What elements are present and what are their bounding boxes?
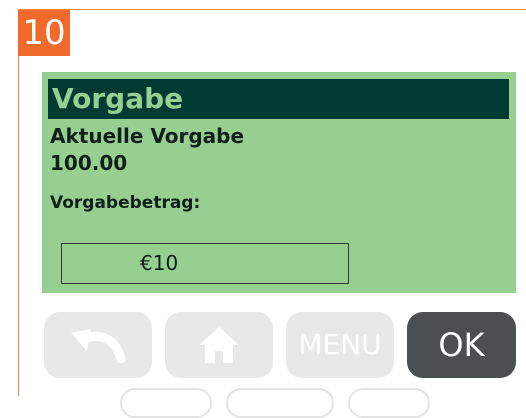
- limit-amount-label: Vorgabebetrag:: [50, 193, 201, 213]
- device-screen: Vorgabe Aktuelle Vorgabe 100.00 Vorgabeb…: [42, 72, 516, 293]
- screen-title: Vorgabe: [48, 79, 509, 119]
- lower-key-3[interactable]: [348, 388, 430, 418]
- back-button[interactable]: [44, 312, 152, 378]
- ok-button[interactable]: OK: [407, 312, 516, 378]
- step-number-badge: 10: [18, 10, 70, 56]
- frame-border-top: [18, 9, 526, 10]
- terminal-frame: 10 Vorgabe Aktuelle Vorgabe 100.00 Vorga…: [0, 0, 526, 418]
- current-limit-value: 100.00: [50, 151, 128, 175]
- frame-border-left: [18, 9, 19, 396]
- current-limit-label: Aktuelle Vorgabe: [50, 124, 245, 148]
- lower-key-2[interactable]: [226, 388, 334, 418]
- home-button[interactable]: [165, 312, 273, 378]
- limit-amount-input[interactable]: €10: [61, 243, 349, 284]
- lower-key-1[interactable]: [120, 388, 212, 418]
- home-icon: [199, 327, 239, 363]
- undo-arrow-icon: [71, 329, 126, 363]
- menu-button[interactable]: MENU: [286, 312, 394, 378]
